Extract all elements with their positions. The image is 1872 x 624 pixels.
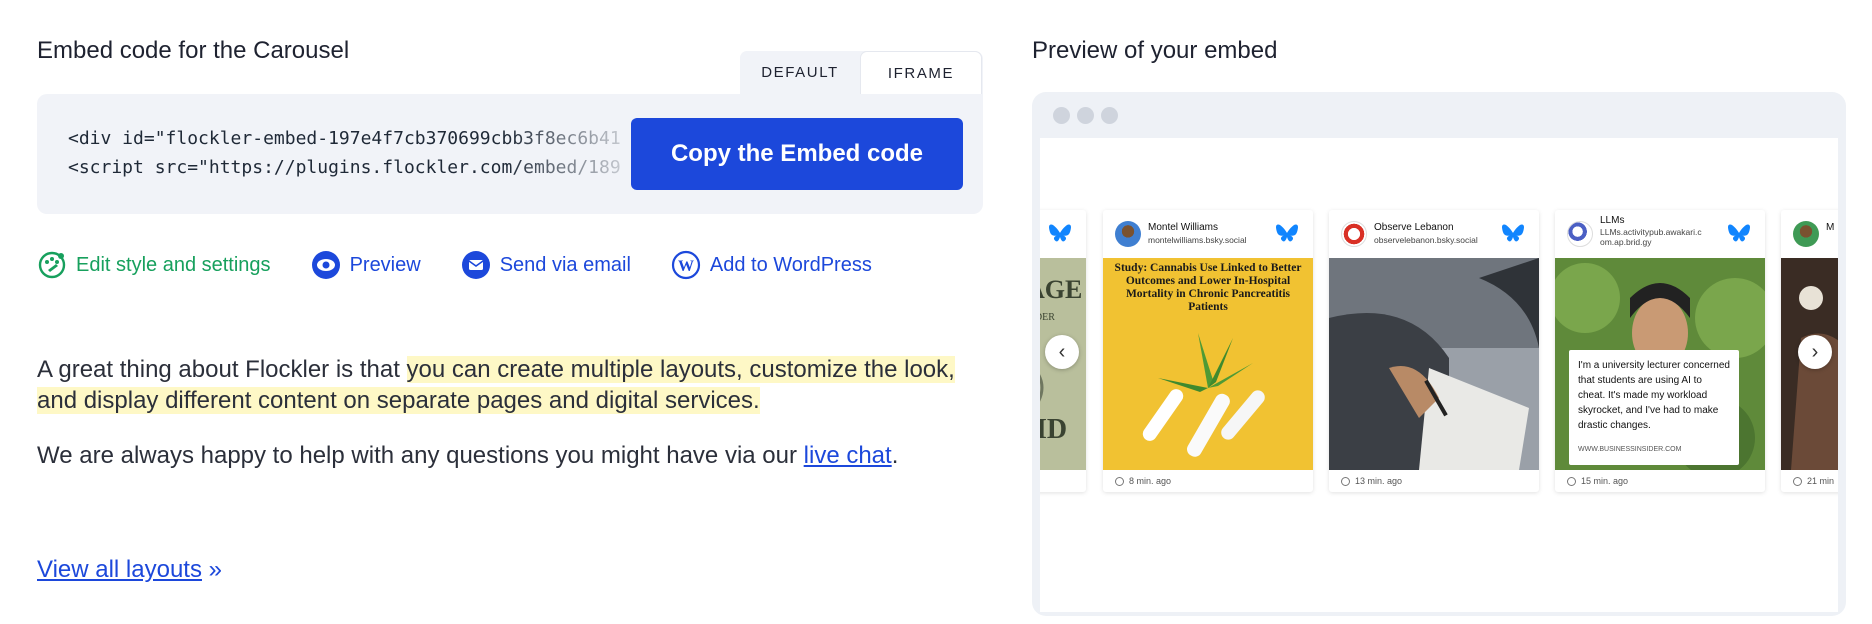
avatar [1567,221,1593,247]
bluesky-icon [1728,224,1750,242]
card-handle: observelebanon.bsky.social [1374,235,1478,245]
bluesky-icon [1276,224,1298,242]
embed-code-section: Embed code for the Carousel DEFAULT IFRA… [37,0,983,624]
carousel-card[interactable]: Montel Williams montelwilliams.bsky.soci… [1103,210,1313,492]
quote-source: WWW.BUSINESSINSIDER.COM [1578,446,1682,453]
add-wordpress-label: Add to WordPress [709,253,872,276]
card-timestamp: 21 min [1793,476,1834,486]
card-header: LLMs LLMs.activitypub.awakari.c om.ap.br… [1555,210,1765,258]
eye-icon [311,250,341,280]
svg-text:SIDER: SIDER [1040,312,1055,323]
preview-title: Preview of your embed [1032,37,1278,64]
help-text: We are always happy to help with any que… [37,442,804,469]
clock-icon [1567,476,1576,486]
card-image: I'm a university lecturer concerned that… [1555,258,1765,470]
card-header: Observe Lebanon observelebanon.bsky.soci… [1329,210,1539,258]
card-timestamp: 13 min. ago [1341,476,1402,486]
clock-icon [1115,476,1124,486]
card-author: Observe Lebanon [1374,222,1454,233]
clock-icon [1341,476,1350,486]
window-dot-1 [1053,107,1070,124]
card-handle: LLMs.activitypub.awakari.c om.ap.brid.gy [1600,227,1702,247]
carousel-card[interactable]: Observe Lebanon observelebanon.bsky.soci… [1329,210,1539,492]
quote-text: I'm a university lecturer concerned that… [1578,360,1730,431]
preview-label: Preview [349,253,421,276]
card-header: M [1781,210,1838,258]
card-author: M [1826,222,1835,233]
carousel-viewport: AGE SIDER ID Montel Williams montelwilliam… [1040,138,1838,612]
card-time: 15 min. ago [1581,476,1629,486]
tab-default[interactable]: DEFAULT [740,51,860,94]
help-paragraph: We are always happy to help with any que… [37,440,983,471]
svg-text:ID: ID [1040,414,1067,445]
bluesky-icon [1049,224,1071,242]
envelope-icon [461,250,491,280]
carousel-card[interactable]: LLMs LLMs.activitypub.awakari.c om.ap.br… [1555,210,1765,492]
card-time: 8 min. ago [1129,476,1172,486]
intro-paragraph: A great thing about Flockler is that you… [37,354,983,416]
view-all-chevron: » [208,556,223,583]
card-time: 21 min [1807,476,1835,486]
window-dot-2 [1077,107,1094,124]
send-email-link[interactable]: Send via email [461,250,631,280]
card-author: LLMs [1600,215,1625,226]
bluesky-icon [1502,224,1524,242]
clock-icon [1793,476,1802,486]
svg-text:AGE: AGE [1040,275,1082,304]
intro-text: A great thing about Flockler is that [37,356,407,383]
card-timestamp: 15 min. ago [1567,476,1628,486]
embed-preview-section: Preview of your embed AGE SIDER ID Montel … [1032,0,1846,624]
send-email-label: Send via email [499,253,631,276]
carousel-prev-button[interactable]: ‹ [1045,335,1079,369]
action-links: Edit style and settings Preview Send via… [37,248,912,282]
embed-code-title: Embed code for the Carousel [37,37,350,64]
add-wordpress-link[interactable]: W Add to WordPress [671,250,872,280]
card-image: Study: Cannabis Use Linked to Better Out… [1103,258,1313,470]
chevron-left-icon: ‹ [1058,340,1066,363]
card-image [1329,258,1539,470]
card-handle: montelwilliams.bsky.social [1148,235,1247,245]
view-all-layouts: View all layouts » [37,556,222,584]
edit-style-link[interactable]: Edit style and settings [37,250,271,280]
card-quote: I'm a university lecturer concerned that… [1569,350,1739,465]
palette-icon [37,250,67,280]
card-author: Montel Williams [1148,222,1219,233]
edit-style-label: Edit style and settings [76,253,271,276]
preview-link[interactable]: Preview [311,250,421,280]
chevron-right-icon: › [1811,340,1819,363]
live-chat-link[interactable]: live chat [804,442,892,469]
avatar [1793,221,1819,247]
view-all-layouts-link[interactable]: View all layouts [37,556,202,583]
card-header [1040,210,1086,258]
window-dot-3 [1101,107,1118,124]
carousel-next-button[interactable]: › [1798,335,1832,369]
tab-iframe[interactable]: IFRAME [860,51,982,94]
embed-tabs: DEFAULT IFRAME [740,51,983,94]
copy-embed-code-button[interactable]: Copy the Embed code [631,118,963,190]
card-header: Montel Williams montelwilliams.bsky.soci… [1103,210,1313,258]
card-timestamp: 8 min. ago [1115,476,1171,486]
card-time: 13 min. ago [1355,476,1403,486]
avatar [1115,221,1141,247]
wordpress-icon: W [671,250,701,280]
avatar [1341,221,1367,247]
embed-code-box[interactable]: <div id="flockler-embed-197e4f7cb370699c… [37,94,983,214]
svg-text:W: W [678,258,694,275]
browser-frame: AGE SIDER ID Montel Williams montelwilliam… [1032,92,1846,616]
help-text-end: . [891,442,899,469]
